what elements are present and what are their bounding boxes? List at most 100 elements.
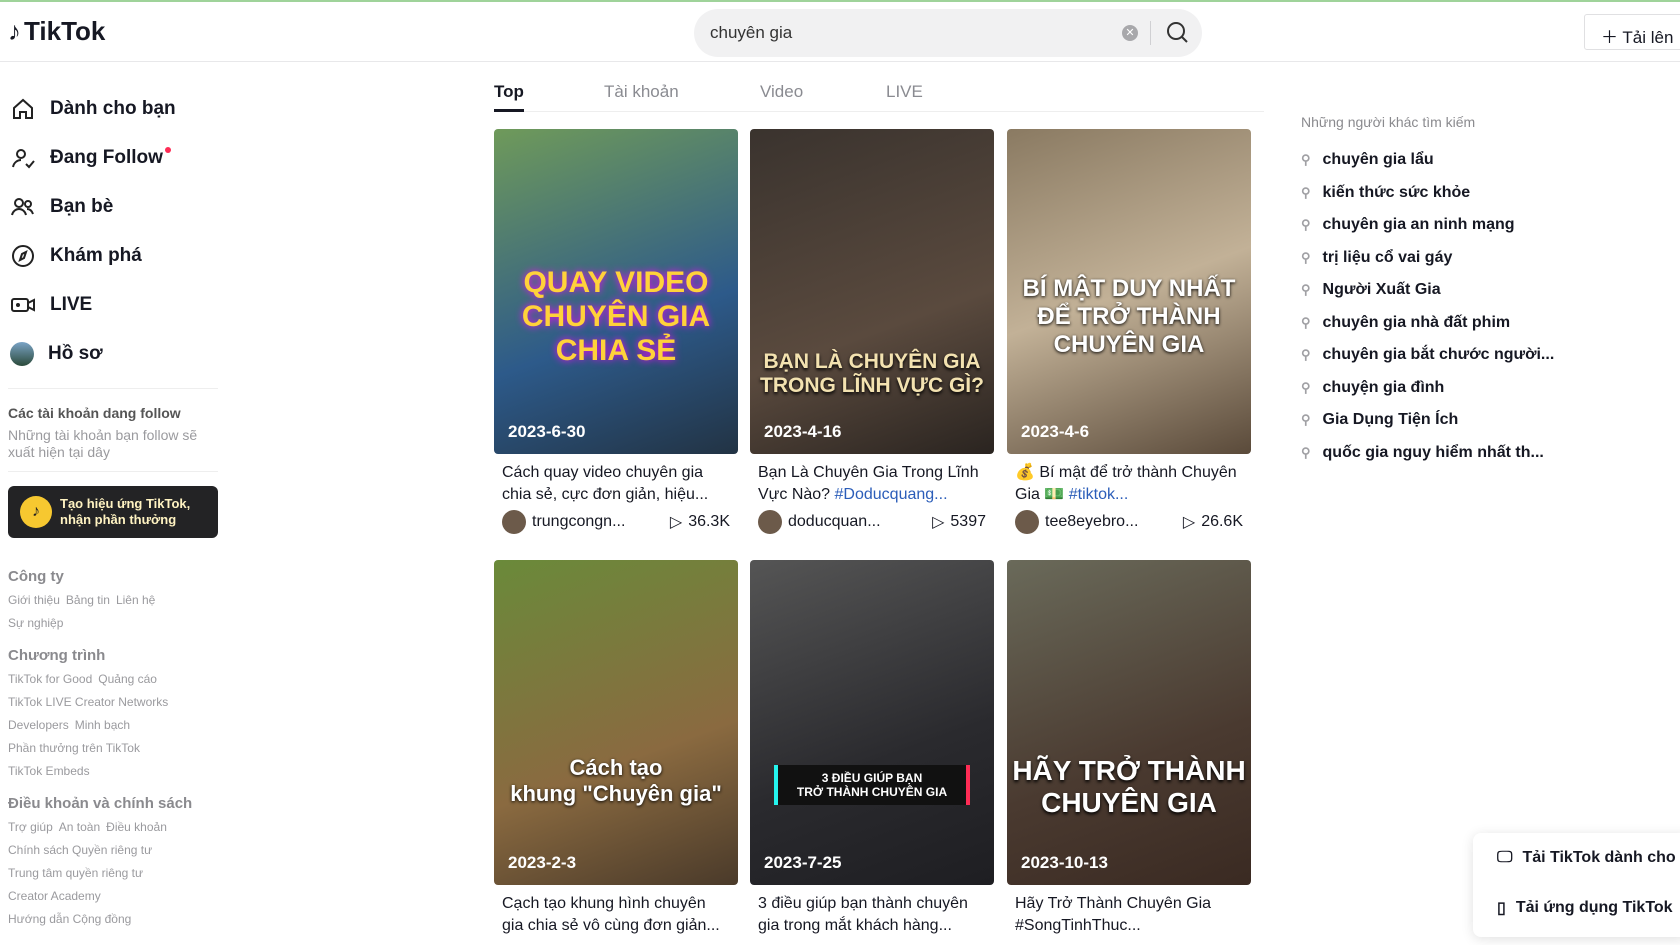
sidebar-item-following[interactable]: Đang Follow xyxy=(8,133,218,182)
footer-link[interactable]: An toàn xyxy=(59,820,100,834)
hashtag-link[interactable]: #tiktok... xyxy=(1069,486,1129,503)
video-caption[interactable]: Cạch tạo khung hình chuyên gia chia sẻ v… xyxy=(494,893,738,937)
avatar[interactable] xyxy=(502,510,526,534)
video-card[interactable]: BÍ MẬT DUY NHẤT ĐỂ TRỞ THÀNH CHUYÊN GIA … xyxy=(1007,129,1251,534)
sidebar: Dành cho bạn Đang Follow Bạn bè Khám phá… xyxy=(8,84,218,927)
username-link[interactable]: tee8eyebro... xyxy=(1045,513,1183,531)
footer-link-row: Trung tâm quyền riêng tư xyxy=(8,866,218,881)
username-link[interactable]: trungcongn... xyxy=(532,513,670,531)
footer-link-row: Giới thiệu Bảng tin Liên hệ xyxy=(8,593,218,608)
sidebar-item-friends[interactable]: Bạn bè xyxy=(8,182,218,231)
top-bar: ♪TikTok ✕ ＋ Tải lên xyxy=(0,2,1680,62)
tiktok-coin-icon: ♪ xyxy=(20,496,52,528)
footer-link-row: Hướng dẫn Cộng đồng xyxy=(8,912,218,927)
related-search-item[interactable]: ⚲ chuyên gia lẩu xyxy=(1301,144,1554,177)
video-card[interactable]: BẠN LÀ CHUYÊN GIA TRONG LĨNH VỰC GÌ? 202… xyxy=(750,129,994,534)
search-bar: ✕ xyxy=(694,9,1202,57)
related-search-label: chuyện gia đình xyxy=(1322,378,1445,396)
tiktok-logo[interactable]: ♪ TikTok xyxy=(8,16,105,47)
footer-link[interactable]: Trợ giúp xyxy=(8,820,53,834)
upload-button[interactable]: ＋ Tải lên xyxy=(1584,14,1680,50)
sidebar-item-profile[interactable]: Hồ sơ xyxy=(8,329,218,378)
search-button[interactable] xyxy=(1160,17,1196,49)
sidebar-item-for-you[interactable]: Dành cho bạn xyxy=(8,84,218,133)
tiktok-note-icon: ♪ xyxy=(8,16,21,46)
plus-icon: ＋ xyxy=(1601,28,1623,47)
video-card[interactable]: QUAY VIDEO CHUYÊN GIA CHIA SẺ 2023-6-30 … xyxy=(494,129,738,534)
video-date: 2023-7-25 xyxy=(764,853,842,872)
effect-promo-banner[interactable]: ♪ Tạo hiệu ứng TikTok, nhận phần thưởng xyxy=(8,486,218,538)
sidebar-item-live[interactable]: LIVE xyxy=(8,280,218,329)
tab-live[interactable]: LIVE xyxy=(886,82,923,102)
download-desktop-button[interactable]: 🖵 Tải TikTok dành cho máy tính xyxy=(1473,833,1680,883)
footer-link[interactable]: TikTok Embeds xyxy=(8,764,90,778)
footer-link[interactable]: Giới thiệu xyxy=(8,593,60,607)
video-thumbnail[interactable]: Cách tạo khung "Chuyên gia" 2023-2-3 xyxy=(494,560,738,885)
footer-link[interactable]: Hướng dẫn Cộng đồng xyxy=(8,912,131,926)
related-search-item[interactable]: ⚲ chuyên gia nhà đất phim xyxy=(1301,307,1554,340)
related-search-item[interactable]: ⚲ trị liệu cổ vai gáy xyxy=(1301,242,1554,275)
footer-link[interactable]: Chính sách Quyền riêng tư xyxy=(8,843,152,857)
tab-top[interactable]: Top xyxy=(494,82,524,112)
username-link[interactable]: doducquan... xyxy=(788,513,932,531)
related-search-item[interactable]: ⚲ kiến thức sức khỏe xyxy=(1301,177,1554,210)
footer-link[interactable]: Phần thưởng trên TikTok xyxy=(8,741,140,755)
home-icon xyxy=(13,98,33,119)
tab-accounts[interactable]: Tài khoản xyxy=(604,82,679,102)
tab-video[interactable]: Video xyxy=(760,82,803,102)
video-meta: tee8eyebro... ▷ 26.6K xyxy=(1007,510,1251,534)
related-searches: Những người khác tìm kiếm ⚲ chuyên gia lẩ… xyxy=(1301,114,1554,469)
download-mobile-button[interactable]: ▯ Tải ứng dụng TikTok xyxy=(1473,883,1680,933)
footer-link[interactable]: Quảng cáo xyxy=(98,672,157,686)
video-card[interactable]: 3 ĐIỀU GIÚP BẠN TRỞ THÀNH CHUYÊN GIA 202… xyxy=(750,560,994,937)
footer-link[interactable]: TikTok LIVE Creator Networks xyxy=(8,695,168,709)
clear-search-icon[interactable]: ✕ xyxy=(1122,25,1138,41)
video-thumbnail[interactable]: QUAY VIDEO CHUYÊN GIA CHIA SẺ 2023-6-30 xyxy=(494,129,738,454)
related-search-item[interactable]: ⚲ chuyên gia bắt chước người... xyxy=(1301,339,1554,372)
footer-link[interactable]: Minh bạch xyxy=(75,718,130,732)
avatar[interactable] xyxy=(1015,510,1039,534)
following-accounts-note: Những tài khoản bạn follow sẽ xuất hiện … xyxy=(8,427,198,460)
footer-link[interactable]: Bảng tin xyxy=(66,593,110,607)
footer-link-row: Developers Minh bạch xyxy=(8,718,218,733)
sidebar-item-label: Bạn bè xyxy=(50,195,114,217)
search-icon: ⚲ xyxy=(1301,444,1311,460)
related-search-item[interactable]: ⚲ Gia Dụng Tiện Ích xyxy=(1301,404,1554,437)
get-app-popup: 🖵 Tải TikTok dành cho máy tính ▯ Tải ứng d… xyxy=(1473,833,1680,937)
video-meta: doducquan... ▷ 5397 xyxy=(750,510,994,534)
avatar[interactable] xyxy=(758,510,782,534)
video-thumbnail[interactable]: HÃY TRỞ THÀNH CHUYÊN GIA 2023-10-13 xyxy=(1007,560,1251,885)
video-thumbnail[interactable]: 3 ĐIỀU GIÚP BẠN TRỞ THÀNH CHUYÊN GIA 202… xyxy=(750,560,994,885)
hashtag-link[interactable]: #Doducquang... xyxy=(835,486,948,503)
sidebar-item-explore[interactable]: Khám phá xyxy=(8,231,218,280)
related-search-item[interactable]: ⚲ chuyên gia an ninh mạng xyxy=(1301,209,1554,242)
footer-link[interactable]: Creator Academy xyxy=(8,889,101,903)
video-caption[interactable]: 3 điều giúp bạn thành chuyên gia trong m… xyxy=(750,893,994,937)
video-date: 2023-4-6 xyxy=(1021,422,1090,441)
search-input[interactable] xyxy=(710,9,1110,57)
footer-link[interactable]: Developers xyxy=(8,718,69,732)
footer-link[interactable]: Sự nghiệp xyxy=(8,616,63,630)
related-search-item[interactable]: ⚲ quốc gia nguy hiểm nhất th... xyxy=(1301,437,1554,470)
footer-links: Công ty Giới thiệu Bảng tin Liên hệ Sự nghiệ… xyxy=(8,568,218,927)
footer-link[interactable]: Trung tâm quyền riêng tư xyxy=(8,866,143,880)
footer-link[interactable]: Điều khoản xyxy=(106,820,167,834)
video-card[interactable]: Cách tạo khung "Chuyên gia" 2023-2-3 Cạc… xyxy=(494,560,738,937)
search-icon: ⚲ xyxy=(1301,152,1311,168)
related-search-item[interactable]: ⚲ chuyện gia đình xyxy=(1301,372,1554,405)
video-thumbnail[interactable]: BÍ MẬT DUY NHẤT ĐỂ TRỞ THÀNH CHUYÊN GIA … xyxy=(1007,129,1251,454)
related-search-label: quốc gia nguy hiểm nhất th... xyxy=(1322,443,1544,461)
footer-link-row: TikTok LIVE Creator Networks xyxy=(8,695,218,710)
related-searches-title: Những người khác tìm kiếm xyxy=(1301,114,1476,130)
video-caption[interactable]: Bạn Là Chuyên Gia Trong Lĩnh Vực Nào? #D… xyxy=(750,462,994,506)
video-thumbnail[interactable]: BẠN LÀ CHUYÊN GIA TRONG LĨNH VỰC GÌ? 202… xyxy=(750,129,994,454)
related-search-item[interactable]: ⚲ Người Xuất Gia xyxy=(1301,274,1554,307)
footer-link[interactable]: TikTok for Good xyxy=(8,672,92,686)
video-caption[interactable]: 💰 Bí mật để trở thành Chuyên Gia 💵 #tikt… xyxy=(1007,462,1251,506)
video-caption[interactable]: Cách quay video chuyên gia chia sẻ, cực … xyxy=(494,462,738,506)
sidebar-item-label: LIVE xyxy=(50,293,93,315)
video-card[interactable]: HÃY TRỞ THÀNH CHUYÊN GIA 2023-10-13 Hãy … xyxy=(1007,560,1251,937)
video-caption[interactable]: Hãy Trở Thành Chuyên Gia #SongTinhThuc..… xyxy=(1007,893,1251,937)
footer-link[interactable]: Liên hệ xyxy=(116,593,155,607)
following-icon xyxy=(12,148,35,168)
